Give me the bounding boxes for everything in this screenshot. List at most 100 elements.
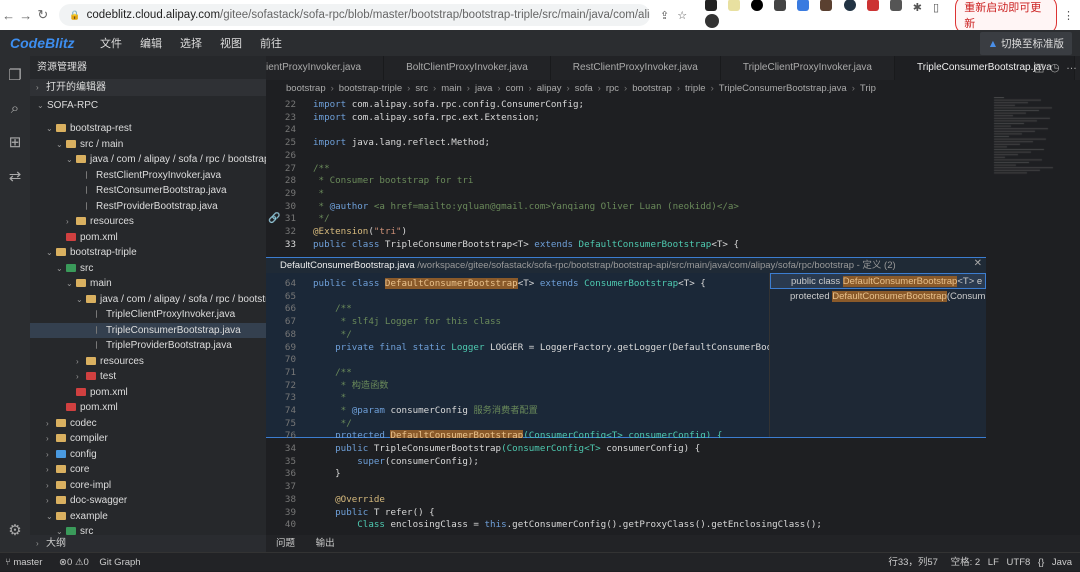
tree-item[interactable]: ⌄ src [30,261,266,277]
tree-item[interactable]: TripleProviderBootstrap.java [30,338,266,354]
menu-select[interactable]: 选择 [180,35,202,51]
indentation[interactable]: 空格: 2 [951,557,981,568]
breadcrumb-item[interactable]: src [415,83,428,94]
editor-tab[interactable]: ientProxyInvoker.java [266,56,385,80]
tree-item[interactable]: pom.xml [30,385,266,401]
tree-item[interactable]: › compiler [30,431,266,447]
tree-item[interactable]: TripleClientProxyInvoker.java [30,307,266,323]
code-editor-lower[interactable]: 34 public TripleConsumerBootstrap(Consum… [266,443,990,535]
tree-item[interactable]: RestConsumerBootstrap.java [30,183,266,199]
menu-view[interactable]: 视图 [220,35,242,51]
avatar[interactable] [705,14,720,28]
project-section[interactable]: ⌄ SOFA-RPC [30,97,266,114]
breadcrumb-item[interactable]: alipay [537,83,562,94]
tree-item[interactable]: ⌄ example [30,509,266,525]
minimap[interactable] [990,97,1070,197]
breadcrumb-item[interactable]: bootstrap-triple [339,83,402,94]
cursor-position[interactable]: 行33，列57 [888,557,938,568]
tree-item[interactable]: › test [30,369,266,385]
tab-output[interactable]: 输出 [316,538,335,549]
menu-go[interactable]: 前往 [260,35,282,51]
breadcrumb-item[interactable]: triple [685,83,706,94]
open-editors-section[interactable]: › 打开的编辑器 [30,79,266,96]
back-icon[interactable]: ← [0,8,17,23]
extension-icon[interactable] [889,0,902,11]
reload-icon[interactable]: ↻ [34,7,51,23]
link-icon[interactable]: 🔗 [268,213,280,224]
encoding[interactable]: UTF8 [1007,557,1031,568]
breadcrumb-item[interactable]: bootstrap [632,83,672,94]
more-icon[interactable]: ⋮ [1063,9,1074,22]
tree-item[interactable]: ⌄ src / main [30,137,266,153]
tree-item[interactable]: › core-impl [30,478,266,494]
bookmark-star-icon[interactable]: ☆ [677,9,687,22]
peek-file-name[interactable]: DefaultConsumerBootstrap.java [280,260,415,271]
tree-item[interactable]: › doc-swagger [30,493,266,509]
tree-item[interactable]: pom.xml [30,400,266,416]
extensions-icon[interactable]: ⊞ [6,133,24,151]
git-graph-button[interactable]: Git Graph [99,557,140,568]
tab-problems[interactable]: 问题 [276,538,295,549]
puzzle-icon[interactable]: ✱ [913,2,922,14]
forward-icon[interactable]: → [17,8,34,23]
tree-item[interactable]: RestClientProxyInvoker.java [30,168,266,184]
tree-item[interactable]: RestProviderBootstrap.java [30,199,266,215]
tree-item[interactable]: › resources [30,354,266,370]
tree-item[interactable]: › resources [30,214,266,230]
editor-tab[interactable]: TripleConsumerBootstrap.java [895,56,1075,80]
tree-item[interactable]: ⌄ bootstrap-rest [30,121,266,137]
problems-item[interactable]: ⊗0 ⚠0 [59,557,89,568]
close-peek-icon[interactable]: ✕ [974,258,982,269]
braces-icon[interactable]: {} [1038,557,1044,568]
code-editor[interactable]: 22 import com.alipay.sofa.rpc.config.Cons… [266,99,990,257]
extension-icon[interactable] [797,0,810,11]
peek-code[interactable]: 64 public class DefaultConsumerBootstrap<… [266,278,769,438]
address-bar[interactable]: 🔒 codeblitz.cloud.alipay.com/gitee/sofas… [59,4,651,26]
peek-reference-item[interactable]: public class DefaultConsumerBootstrap<T>… [770,273,986,289]
editor-tab[interactable]: RestClientProxyInvoker.java [551,56,721,80]
tree-item[interactable]: › codec [30,416,266,432]
extension-icon[interactable] [774,0,787,11]
line-ending[interactable]: LF [988,557,999,568]
breadcrumb-item[interactable]: bootstrap [286,83,326,94]
tree-item[interactable]: ⌄ java / com / alipay / sofa / rpc / boot… [30,152,266,168]
more-actions-icon[interactable]: … [1066,60,1077,72]
source-control-icon[interactable]: ⇄ [6,167,24,185]
peek-reference-item[interactable]: protected DefaultConsumerBootstrap(Consu… [770,289,986,305]
extension-icon[interactable] [728,0,741,11]
settings-gear-icon[interactable]: ⚙ [6,521,24,539]
tree-item[interactable]: › config [30,447,266,463]
breadcrumb-item[interactable]: main [441,83,462,94]
split-editor-icon[interactable]: ◫ [1034,61,1044,74]
sidepanel-icon[interactable]: ▯ [933,2,939,14]
extension-icon[interactable] [866,0,879,11]
tree-item[interactable]: pom.xml [30,230,266,246]
extension-icon[interactable] [820,0,833,11]
breadcrumb-item[interactable]: Trip [860,83,876,94]
menu-file[interactable]: 文件 [100,35,122,51]
breadcrumb-item[interactable]: sofa [575,83,593,94]
language-mode[interactable]: Java [1052,557,1072,568]
tree-item[interactable]: TripleConsumerBootstrap.java [30,322,266,338]
explorer-icon[interactable]: ❐ [6,66,24,84]
editor-tab[interactable]: BoltClientProxyInvoker.java [384,56,551,80]
history-icon[interactable]: ◷ [1050,61,1060,74]
breadcrumb-item[interactable]: TripleConsumerBootstrap.java [719,83,847,94]
tree-item[interactable]: ⌄ main [30,276,266,292]
switch-standard-button[interactable]: ▲ 切换至标准版 [979,31,1072,55]
tree-item[interactable]: › core [30,462,266,478]
share-icon[interactable]: ⇪ [660,9,669,22]
extension-icon[interactable] [843,0,856,11]
breadcrumb-item[interactable]: com [506,83,524,94]
search-icon[interactable]: ⌕ [6,100,24,118]
extension-icon[interactable] [751,0,764,11]
extension-icon[interactable] [705,0,718,11]
editor-tab[interactable]: TripleClientProxyInvoker.java [721,56,895,80]
menu-edit[interactable]: 编辑 [140,35,162,51]
breadcrumb-item[interactable]: java [475,83,492,94]
tree-item[interactable]: ⌄ java / com / alipay / sofa / rpc / boot… [30,292,266,308]
breadcrumb-item[interactable]: rpc [606,83,619,94]
branch-item[interactable]: ⑂ master [5,557,42,568]
tree-item[interactable]: ⌄ bootstrap-triple [30,245,266,261]
outline-section[interactable]: › 大纲 [30,535,266,552]
